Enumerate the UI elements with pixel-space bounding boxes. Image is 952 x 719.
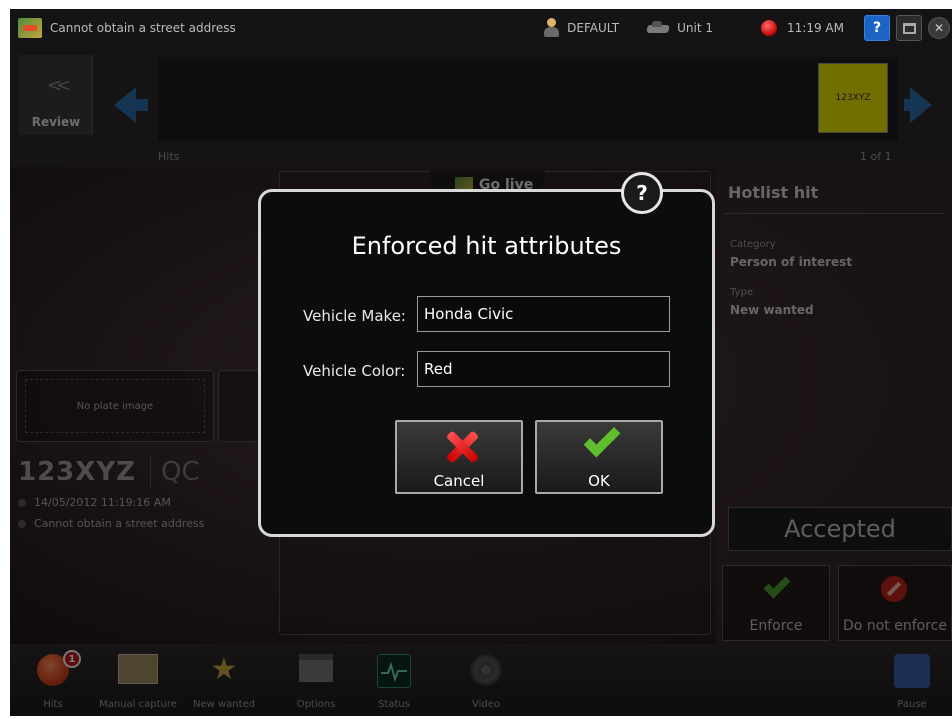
cancel-button[interactable]: Cancel [395, 420, 523, 494]
title-bar: Cannot obtain a street address DEFAULT U… [10, 9, 952, 47]
dialog-title: Enforced hit attributes [351, 232, 622, 260]
user-name: DEFAULT [567, 21, 620, 35]
enforced-hit-attributes-dialog: Enforced hit attributes Vehicle Make: Ve… [258, 189, 715, 537]
ok-check-icon [583, 420, 621, 458]
vehicle-color-label: Vehicle Color: [303, 362, 406, 380]
window-mode-button[interactable] [896, 15, 922, 41]
clock-time: 11:19 AM [787, 21, 844, 35]
app-logo-icon [18, 18, 42, 38]
window-icon [902, 22, 916, 34]
close-button[interactable]: ✕ [928, 17, 950, 39]
help-button[interactable]: ? [864, 15, 890, 41]
title-status-text: Cannot obtain a street address [50, 21, 236, 35]
unit-indicator[interactable]: Unit 1 [647, 21, 713, 35]
cancel-label: Cancel [433, 472, 485, 490]
vehicle-make-label: Vehicle Make: [303, 307, 406, 325]
vehicle-color-input[interactable] [417, 351, 670, 387]
user-indicator[interactable]: DEFAULT [543, 18, 619, 38]
user-icon [543, 18, 560, 38]
unit-name: Unit 1 [677, 21, 714, 35]
ok-label: OK [588, 472, 610, 490]
ok-button[interactable]: OK [535, 420, 663, 494]
recording-status-icon [761, 20, 778, 36]
dialog-help-button[interactable]: ? [621, 172, 663, 214]
patrol-car-icon [647, 21, 669, 35]
clock-indicator: 11:19 AM [761, 20, 844, 36]
close-icon: ✕ [933, 21, 945, 35]
vehicle-make-input[interactable] [417, 296, 670, 332]
cancel-x-icon [446, 428, 476, 464]
